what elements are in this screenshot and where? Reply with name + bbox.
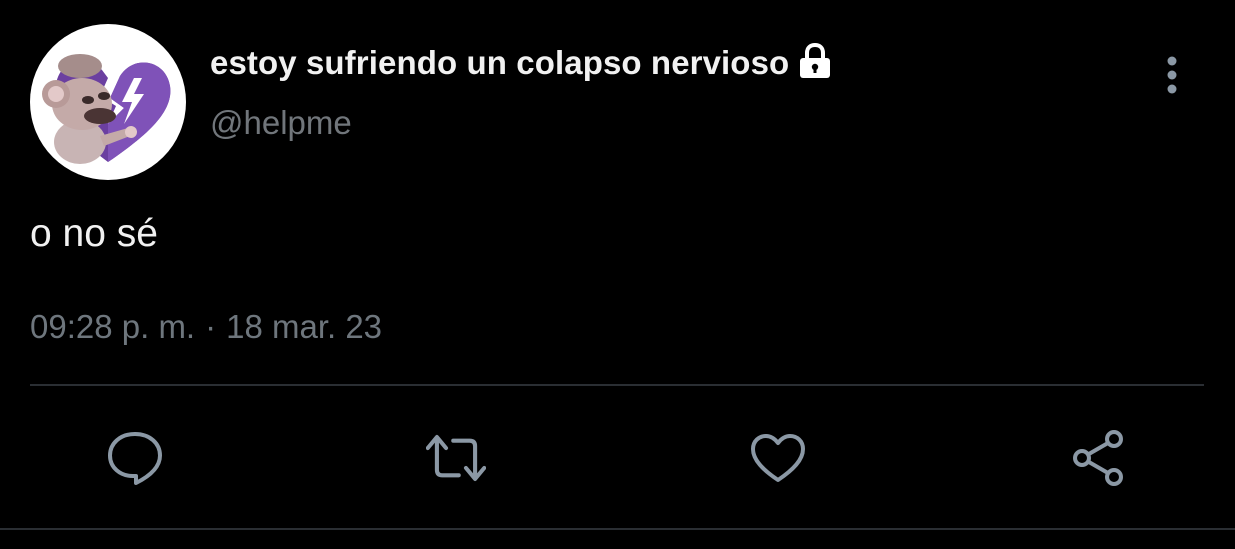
tweet-date: 18 mar. 23 [226, 308, 383, 345]
tweet-timestamp: 09:28 p. m. · 18 mar. 23 [30, 308, 382, 346]
avatar[interactable] [30, 24, 186, 180]
user-handle[interactable]: @helpme [210, 104, 352, 142]
retweet-button[interactable] [426, 428, 486, 488]
user-name-row: estoy sufriendo un colapso nervioso [210, 40, 833, 86]
more-options-button[interactable] [1152, 52, 1192, 98]
avatar-image [42, 54, 171, 164]
share-icon [1073, 430, 1123, 486]
like-button[interactable] [748, 428, 808, 488]
reply-button[interactable] [105, 428, 165, 488]
bottom-divider [0, 528, 1235, 530]
share-button[interactable] [1069, 428, 1129, 488]
more-vertical-icon [1167, 56, 1177, 94]
tweet-text: o no sé [30, 212, 158, 255]
meta-separator: · [205, 308, 217, 345]
heart-icon [751, 434, 805, 482]
tweet-time: 09:28 p. m. [30, 308, 196, 345]
comment-icon [108, 432, 162, 485]
retweet-icon [426, 435, 486, 481]
divider [30, 384, 1204, 386]
display-name[interactable]: estoy sufriendo un colapso nervioso [210, 44, 789, 82]
lock-icon [797, 41, 833, 81]
